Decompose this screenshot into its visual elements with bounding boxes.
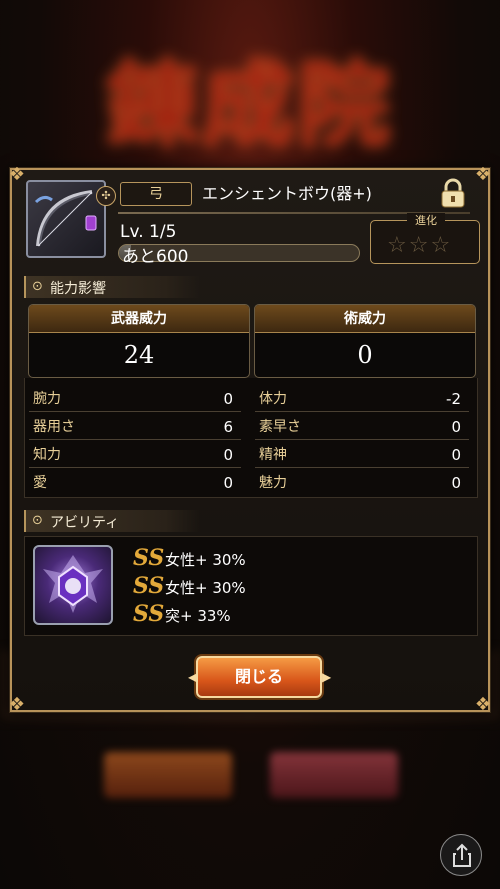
stat-value: 0 bbox=[451, 474, 461, 492]
stat-value: 0 bbox=[223, 390, 233, 408]
ability-section-header: ⊙ アビリティ bbox=[24, 510, 200, 532]
corner-ornament-icon: ❖ bbox=[8, 164, 26, 185]
ability-text: 女性+ 30% bbox=[165, 551, 246, 569]
stat-row: 体力 -2 bbox=[255, 384, 469, 412]
weapon-detail-panel: ❖ ❖ ❖ ❖ ✣ 弓 エンシェントボウ(器+) Lv. 1/5 あと600 進… bbox=[9, 164, 491, 715]
button-cap-icon: ◀ bbox=[188, 670, 198, 684]
ability-symbol-icon: SS bbox=[133, 545, 165, 571]
stats-section-title: 能力影響 bbox=[50, 281, 106, 297]
corner-ornament-icon: ❖ bbox=[474, 164, 492, 185]
art-power-value: 0 bbox=[357, 341, 373, 369]
target-icon: ⊙ bbox=[32, 513, 43, 528]
stat-label: 知力 bbox=[33, 447, 61, 463]
lock-icon[interactable] bbox=[440, 178, 466, 208]
stat-value: 0 bbox=[451, 446, 461, 464]
exp-remaining: あと600 bbox=[122, 247, 189, 267]
corner-ornament-icon: ❖ bbox=[474, 694, 492, 715]
stat-value: -2 bbox=[446, 390, 461, 408]
stat-row: 知力 0 bbox=[29, 440, 241, 468]
stat-value: 0 bbox=[451, 418, 461, 436]
stat-label: 素早さ bbox=[259, 419, 301, 435]
stat-label: 体力 bbox=[259, 391, 287, 407]
stat-row: 愛 0 bbox=[29, 468, 241, 496]
weapon-name: エンシェントボウ(器+) bbox=[202, 184, 372, 203]
ability-list: SS 女性+ 30% SS 女性+ 30% SS 突+ 33% bbox=[24, 536, 478, 636]
stats-section-header: ⊙ 能力影響 bbox=[24, 276, 200, 298]
ability-symbol-icon: SS bbox=[133, 573, 165, 599]
stat-row: 素早さ 0 bbox=[255, 412, 469, 440]
stat-value: 0 bbox=[223, 446, 233, 464]
weapon-type-tag: 弓 bbox=[120, 182, 192, 206]
stat-value: 6 bbox=[223, 418, 233, 436]
share-button[interactable] bbox=[440, 834, 482, 876]
art-power-box: 術威力 0 bbox=[254, 304, 476, 378]
ability-emblem-icon bbox=[33, 545, 113, 625]
stat-row: 魅力 0 bbox=[255, 468, 469, 496]
evolution-stars: ☆☆☆ bbox=[387, 233, 453, 258]
close-button[interactable]: ◀ 閉じる ▶ bbox=[188, 656, 331, 698]
stat-row: 腕力 0 bbox=[29, 384, 241, 412]
weapon-power-label: 武器威力 bbox=[29, 305, 249, 333]
corner-ornament-icon: ❖ bbox=[8, 694, 26, 715]
background-banner: 錬成院 bbox=[105, 51, 394, 159]
stat-label: 魅力 bbox=[259, 475, 287, 491]
button-cap-icon: ▶ bbox=[322, 670, 332, 684]
stat-label: 腕力 bbox=[33, 391, 61, 407]
evolution-box: 進化 ☆☆☆ bbox=[370, 213, 480, 264]
close-button-label: 閉じる bbox=[234, 667, 283, 686]
stat-label: 愛 bbox=[33, 475, 47, 491]
ability-text: 女性+ 30% bbox=[165, 579, 246, 597]
ability-section-title: アビリティ bbox=[50, 515, 120, 531]
target-icon: ⊙ bbox=[32, 279, 43, 294]
background-button-left bbox=[104, 752, 232, 798]
attribute-badge-icon: ✣ bbox=[96, 186, 116, 206]
ability-text: 突+ 33% bbox=[165, 607, 231, 625]
stat-label: 精神 bbox=[259, 447, 287, 463]
stat-label: 器用さ bbox=[33, 419, 75, 435]
bow-icon: ✣ bbox=[26, 180, 116, 258]
weapon-power-box: 武器威力 24 bbox=[28, 304, 250, 378]
stat-row: 精神 0 bbox=[255, 440, 469, 468]
share-icon bbox=[453, 843, 471, 867]
stats-table: 腕力 0 器用さ 6 知力 0 愛 0 体力 -2 素早さ 0 精神 0 魅力 … bbox=[24, 378, 478, 498]
weapon-level: Lv. 1/5 bbox=[120, 222, 177, 242]
background-button-right bbox=[270, 752, 398, 798]
stat-row: 器用さ 6 bbox=[29, 412, 241, 440]
ability-symbol-icon: SS bbox=[133, 601, 165, 627]
evolution-label: 進化 bbox=[407, 213, 445, 229]
weapon-power-value: 24 bbox=[123, 341, 155, 369]
stat-value: 0 bbox=[223, 474, 233, 492]
art-power-label: 術威力 bbox=[255, 305, 475, 333]
